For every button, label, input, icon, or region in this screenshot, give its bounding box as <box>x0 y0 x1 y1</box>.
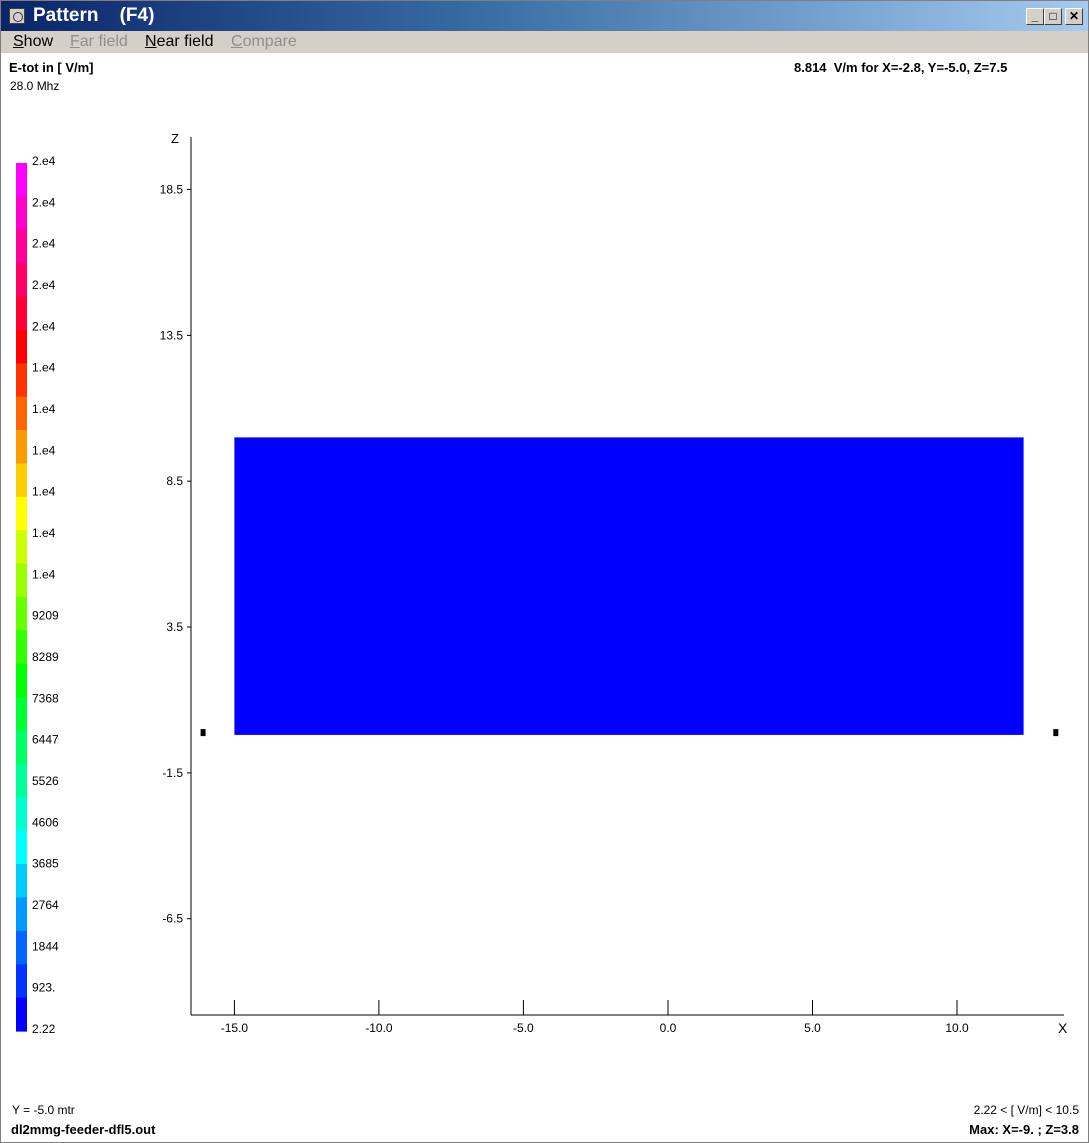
app-icon[interactable] <box>9 8 25 24</box>
window-title: Pattern (F4) <box>33 5 155 26</box>
z-tick-label: 8.5 <box>166 474 183 488</box>
maximize-button[interactable]: □ <box>1044 8 1062 25</box>
menu-near-field[interactable]: Near field <box>145 33 213 51</box>
menu-bar: Show Far field Near field Compare <box>1 31 1088 53</box>
z-axis-title: Z <box>171 131 179 146</box>
z-tick-label: 3.5 <box>166 620 183 634</box>
x-tick-label: -5.0 <box>513 1021 534 1035</box>
x-axis-title: X <box>1058 1020 1068 1036</box>
x-tick-label: 0.0 <box>660 1021 677 1035</box>
z-tick-label: -6.5 <box>162 912 183 926</box>
x-tick-label: -10.0 <box>365 1021 393 1035</box>
x-tick-label: 5.0 <box>804 1021 821 1035</box>
field-region <box>234 437 1024 735</box>
source-marker <box>1053 729 1059 737</box>
filename-label: dl2mmg-feeder-dfl5.out <box>11 1122 156 1137</box>
menu-far-field[interactable]: Far field <box>70 33 128 51</box>
z-tick-label: 18.5 <box>160 183 184 197</box>
plane-label: Y = -5.0 mtr <box>12 1103 75 1117</box>
title-bar[interactable]: Pattern (F4) _ □ ✕ <box>1 1 1088 31</box>
plot-canvas[interactable]: E-tot in [ V/m] 28.0 Mhz 8.814 V/m for X… <box>1 53 1088 1142</box>
minimize-button[interactable]: _ <box>1026 8 1044 25</box>
pattern-window: Pattern (F4) _ □ ✕ Show Far field Near f… <box>0 0 1089 1143</box>
max-location-label: Max: X=-9. ; Z=3.8 <box>969 1122 1079 1137</box>
field-plot: Z X 18.5 13.5 8.5 3.5 -1.5 -6.5 -15.0 -10.0 -5.0 0.… <box>160 131 1068 1036</box>
close-button[interactable]: ✕ <box>1065 8 1083 25</box>
source-marker <box>200 729 206 737</box>
x-tick-label: -15.0 <box>221 1021 249 1035</box>
menu-compare[interactable]: Compare <box>231 33 297 51</box>
value-range-label: 2.22 < [ V/m] < 10.5 <box>973 1103 1079 1117</box>
z-tick-label: 13.5 <box>160 328 184 342</box>
x-tick-label: 10.0 <box>945 1021 969 1035</box>
menu-show[interactable]: Show <box>13 33 53 51</box>
z-tick-label: -1.5 <box>162 766 183 780</box>
